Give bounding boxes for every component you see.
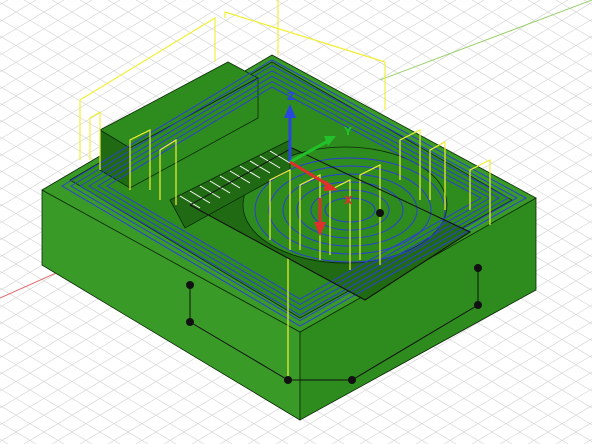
vertex-point[interactable] bbox=[284, 376, 292, 384]
grid-line bbox=[555, 0, 592, 22]
grid-line bbox=[0, 0, 9, 6]
grid-line bbox=[0, 0, 37, 22]
viewport-canvas[interactable]: Z Y X bbox=[0, 0, 592, 444]
x-axis-label: X bbox=[344, 194, 353, 207]
vertex-point[interactable] bbox=[348, 376, 356, 384]
vertex-point[interactable] bbox=[376, 209, 384, 217]
grid-line bbox=[527, 405, 592, 444]
cad-viewport[interactable]: Z Y X bbox=[0, 0, 592, 444]
grid-line bbox=[555, 422, 592, 444]
grid-line bbox=[527, 0, 592, 39]
vertex-point[interactable] bbox=[186, 281, 194, 289]
grid-line bbox=[0, 422, 37, 444]
z-axis-label: Z bbox=[287, 90, 295, 103]
grid-line bbox=[583, 0, 592, 6]
grid-line bbox=[583, 438, 592, 444]
vertex-point[interactable] bbox=[474, 301, 482, 309]
grid-line bbox=[0, 438, 9, 444]
vertex-point[interactable] bbox=[474, 264, 482, 272]
y-axis-label: Y bbox=[343, 125, 353, 138]
vertex-point[interactable] bbox=[186, 318, 194, 326]
